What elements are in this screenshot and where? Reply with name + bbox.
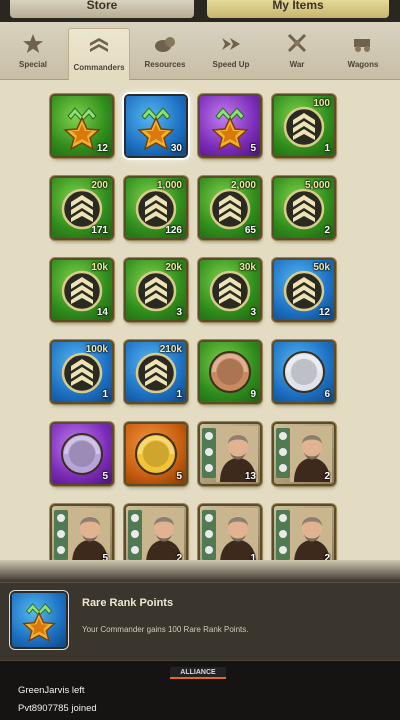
tab-my-items[interactable]: My Items <box>207 0 389 18</box>
item-quantity: 13 <box>244 471 256 482</box>
tab-store[interactable]: Store <box>10 0 194 18</box>
item-amount: 5,000 <box>304 180 330 191</box>
item-tile[interactable]: 5 <box>52 506 112 560</box>
item-amount: 100k <box>85 344 108 355</box>
item-amount: 210k <box>159 344 182 355</box>
item-quantity: 6 <box>324 389 330 400</box>
item-quantity: 30 <box>170 143 182 154</box>
tab-alliance-chat[interactable]: ALLIANCE <box>170 667 226 679</box>
item-quantity: 3 <box>250 307 256 318</box>
star-rank-blue-icon <box>12 593 66 647</box>
tab-speed-up-label: Speed Up <box>212 60 250 69</box>
item-quantity: 1 <box>250 553 256 560</box>
item-tile[interactable]: 1,000 126 <box>126 178 186 238</box>
tab-commanders-label: Commanders <box>73 63 125 72</box>
item-amount: 2,000 <box>230 180 256 191</box>
item-tile[interactable]: 2 <box>274 424 334 484</box>
wagon-icon <box>354 39 370 52</box>
chevron-rank-icon <box>90 38 108 52</box>
star-icon <box>23 34 43 53</box>
item-amount: 200 <box>91 180 108 191</box>
item-tile[interactable]: 2 <box>126 506 186 560</box>
item-amount: 30k <box>239 262 256 273</box>
item-quantity: 9 <box>250 389 256 400</box>
item-quantity: 12 <box>96 143 108 154</box>
item-quantity: 5 <box>102 471 108 482</box>
item-grid: 12 30 5 100 1 200 171 1,000 126 2,000 65… <box>0 80 400 560</box>
item-amount: 20k <box>165 262 182 273</box>
item-tile[interactable]: 5 <box>52 424 112 484</box>
item-quantity: 3 <box>176 307 182 318</box>
item-quantity: 2 <box>324 553 330 560</box>
top-tab-bar: Store My Items <box>0 0 400 22</box>
item-tile[interactable]: 200 171 <box>52 178 112 238</box>
item-quantity: 1 <box>176 389 182 400</box>
grid-fade <box>0 560 400 582</box>
tab-special[interactable]: Special <box>2 26 64 78</box>
item-quantity: 5 <box>102 553 108 560</box>
item-amount: 10k <box>91 262 108 273</box>
item-tile[interactable]: 12 <box>52 96 112 156</box>
tab-commanders[interactable]: Commanders <box>68 28 130 82</box>
chat-message: GreenJarvis left <box>18 685 85 696</box>
tab-speed-up[interactable]: Speed Up <box>200 26 262 78</box>
item-tile[interactable]: 5,000 2 <box>274 178 334 238</box>
item-tile[interactable]: 2 <box>274 506 334 560</box>
tab-resources[interactable]: Resources <box>134 26 196 78</box>
crossed-swords-icon <box>287 33 307 53</box>
commander-portrait-icon <box>200 506 260 560</box>
item-tile[interactable]: 9 <box>200 342 260 402</box>
item-tile[interactable]: 2,000 65 <box>200 178 260 238</box>
item-amount: 1,000 <box>156 180 182 191</box>
item-quantity: 12 <box>318 307 330 318</box>
tab-war[interactable]: War <box>266 26 328 78</box>
tab-wagons[interactable]: Wagons <box>332 26 394 78</box>
item-quantity: 65 <box>244 225 256 236</box>
item-quantity: 2 <box>176 553 182 560</box>
item-amount: 100 <box>313 98 330 109</box>
item-quantity: 2 <box>324 471 330 482</box>
commander-portrait-icon <box>52 506 112 560</box>
item-quantity: 126 <box>165 225 182 236</box>
chat-panel[interactable]: ALLIANCE GreenJarvis left Pvt8907785 joi… <box>0 660 400 720</box>
tab-resources-label: Resources <box>144 60 186 69</box>
item-tile[interactable]: 5 <box>200 96 260 156</box>
item-title: Rare Rank Points <box>82 597 174 609</box>
item-tile[interactable]: 50k 12 <box>274 260 334 320</box>
item-tile[interactable]: 13 <box>200 424 260 484</box>
item-quantity: 1 <box>102 389 108 400</box>
chat-message: Pvt8907785 joined <box>18 703 97 714</box>
tab-war-label: War <box>289 60 305 69</box>
item-quantity: 171 <box>91 225 108 236</box>
tab-wagons-label: Wagons <box>347 60 379 69</box>
item-quantity: 14 <box>96 307 108 318</box>
item-quantity: 5 <box>250 143 256 154</box>
resources-icon <box>155 37 175 52</box>
item-tile[interactable]: 20k 3 <box>126 260 186 320</box>
item-tile[interactable]: 1 <box>200 506 260 560</box>
item-tile-selected[interactable]: 30 <box>126 96 186 156</box>
item-info-panel: Rare Rank Points Your Commander gains 10… <box>0 582 400 660</box>
item-tile[interactable]: 6 <box>274 342 334 402</box>
commander-portrait-icon <box>274 506 334 560</box>
item-quantity: 1 <box>324 143 330 154</box>
item-tile[interactable]: 210k 1 <box>126 342 186 402</box>
item-tile[interactable]: 100 1 <box>274 96 334 156</box>
item-tile[interactable]: 10k 14 <box>52 260 112 320</box>
item-tile[interactable]: 100k 1 <box>52 342 112 402</box>
item-quantity: 2 <box>324 225 330 236</box>
speed-up-icon <box>222 38 240 50</box>
selected-item-icon <box>12 593 66 647</box>
commander-portrait-icon <box>126 506 186 560</box>
item-amount: 50k <box>313 262 330 273</box>
item-tile[interactable]: 5 <box>126 424 186 484</box>
category-tabs: Special Commanders Resources Speed Up Wa… <box>0 22 400 82</box>
item-description: Your Commander gains 100 Rare Rank Point… <box>82 625 249 634</box>
tab-special-label: Special <box>18 60 47 69</box>
item-quantity: 5 <box>176 471 182 482</box>
item-tile[interactable]: 30k 3 <box>200 260 260 320</box>
